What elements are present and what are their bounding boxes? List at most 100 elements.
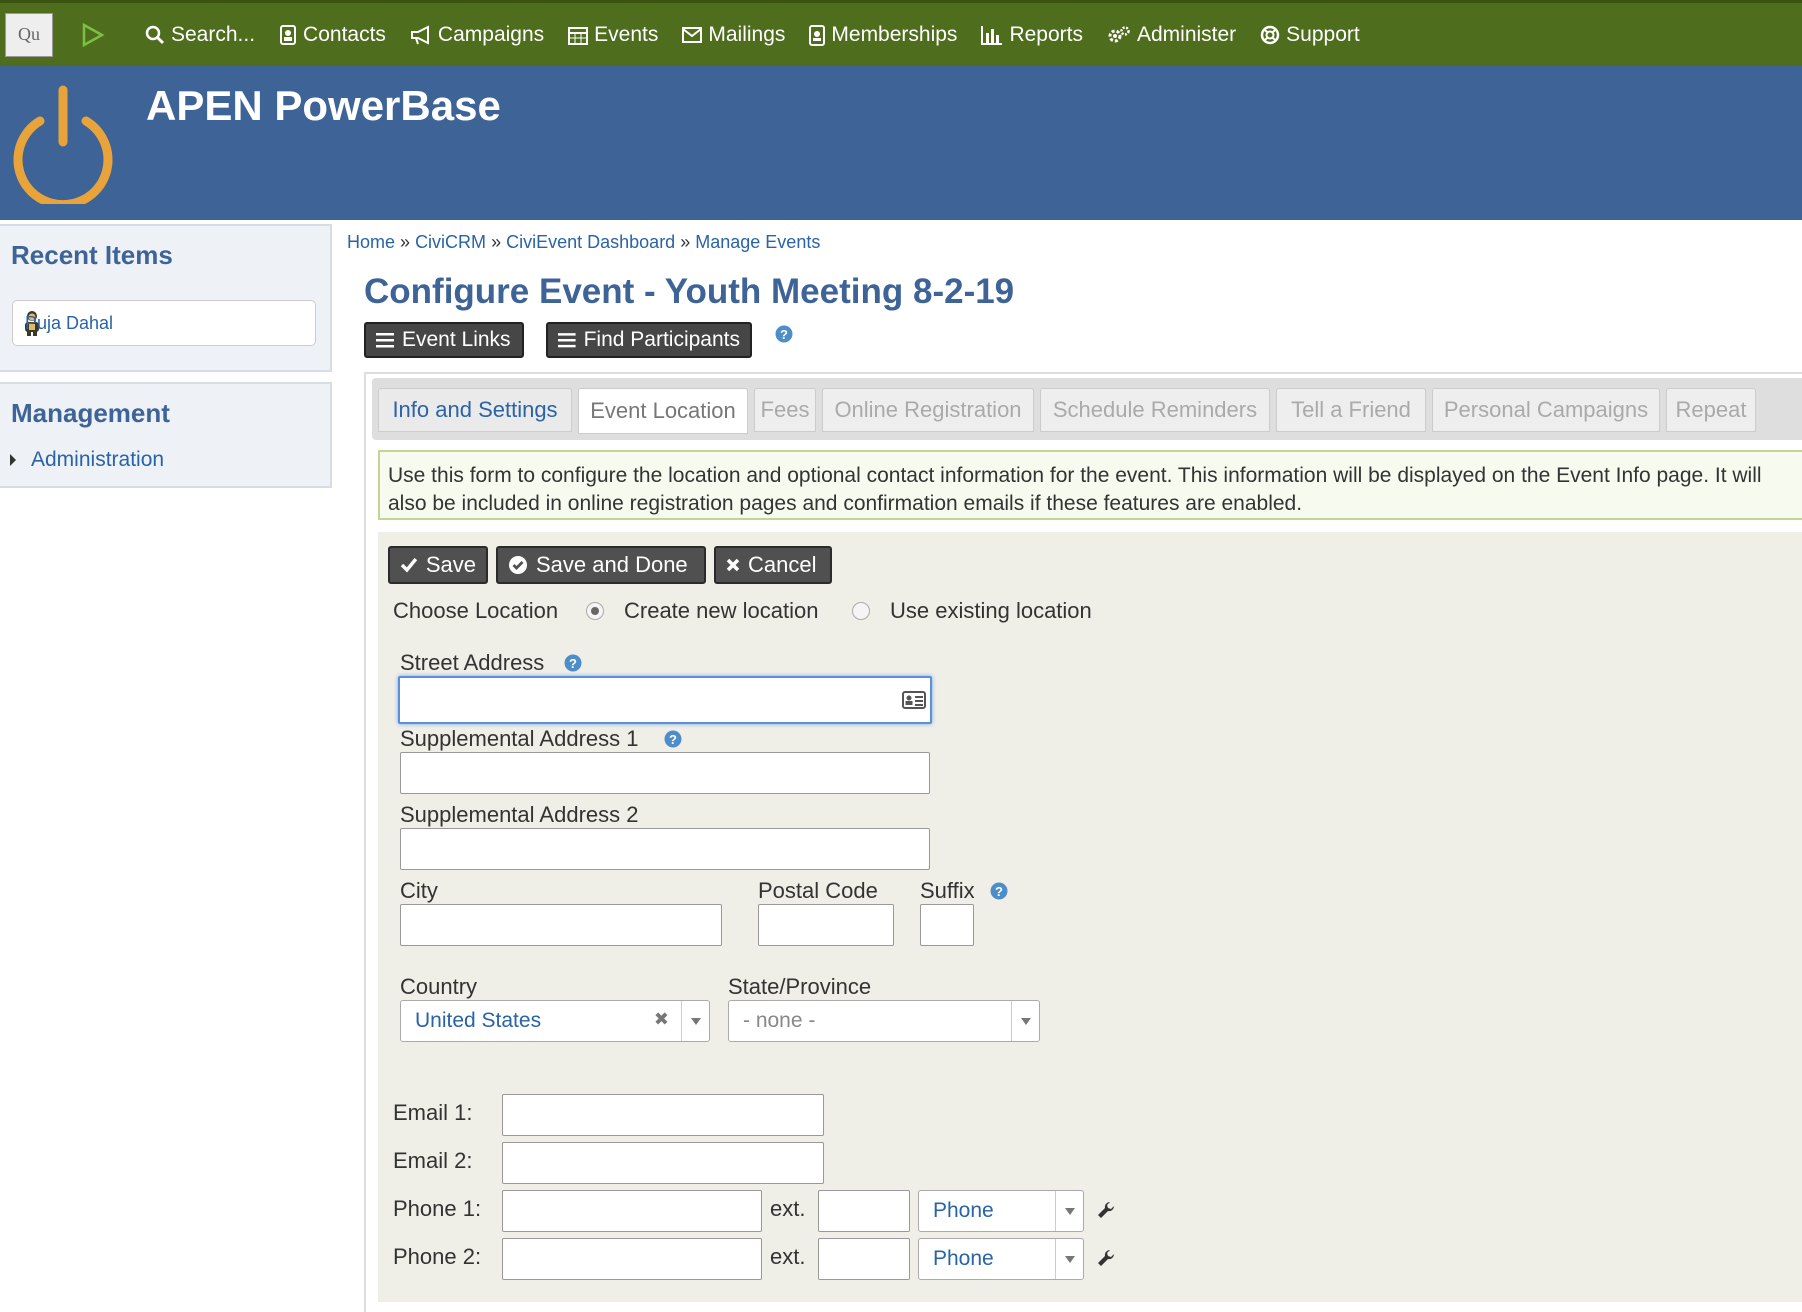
city-input[interactable]: [400, 904, 722, 946]
postal-code-suffix-input[interactable]: [920, 904, 974, 946]
nav-memberships[interactable]: Memberships: [809, 23, 957, 47]
expand-arrow-icon: [10, 454, 16, 466]
clear-icon[interactable]: ✖: [654, 1009, 669, 1030]
phone-1-input[interactable]: [502, 1190, 762, 1232]
use-existing-location-label[interactable]: Use existing location: [890, 598, 1092, 624]
country-select[interactable]: United States ✖: [400, 1000, 710, 1042]
tab-fees: Fees: [754, 388, 816, 432]
envelope-icon: [682, 26, 703, 43]
power-logo-icon[interactable]: [10, 84, 116, 204]
phone-1-type-select[interactable]: Phone: [918, 1190, 1084, 1232]
life-ring-icon: [1260, 25, 1280, 44]
svg-text:?: ?: [669, 732, 677, 747]
cancel-label: Cancel: [748, 552, 817, 577]
recent-items-heading: Recent Items: [11, 240, 173, 270]
breadcrumb-manage-events[interactable]: Manage Events: [695, 232, 820, 252]
check-circle-icon: [509, 556, 527, 574]
phone-1-label: Phone 1:: [393, 1196, 482, 1221]
phone-2-input[interactable]: [502, 1238, 762, 1280]
street-address-input[interactable]: [398, 676, 932, 724]
sidebar-item-administration[interactable]: Administration: [10, 448, 164, 472]
breadcrumb-civievent-dashboard[interactable]: CiviEvent Dashboard: [506, 232, 675, 252]
check-icon: [400, 557, 418, 573]
state-province-select[interactable]: - none -: [728, 1000, 1040, 1042]
email-2-label: Email 2:: [393, 1148, 473, 1173]
nav-mailings-label: Mailings: [708, 22, 786, 46]
cancel-button[interactable]: Cancel: [714, 546, 832, 584]
save-and-done-button[interactable]: Save and Done: [496, 546, 706, 584]
country-label: Country: [400, 974, 478, 999]
tab-online-registration: Online Registration: [822, 388, 1034, 432]
id-badge-icon: [809, 24, 826, 46]
event-links-button[interactable]: Event Links: [364, 322, 524, 358]
nav-contacts[interactable]: Contacts: [279, 23, 386, 47]
phone-2-type-select[interactable]: Phone: [918, 1238, 1084, 1280]
tab-event-location[interactable]: Event Location: [578, 388, 748, 434]
nav-support-label: Support: [1286, 22, 1360, 46]
close-icon: [726, 558, 740, 572]
postal-code-input[interactable]: [758, 904, 894, 946]
tab-personal-campaigns: Personal Campaigns: [1432, 388, 1660, 432]
recent-items-block: Recent Items Puja Dahal: [0, 224, 332, 372]
help-icon[interactable]: ?: [990, 882, 1008, 900]
chevron-down-icon[interactable]: [1055, 1191, 1083, 1231]
address-card-icon[interactable]: [902, 691, 926, 709]
nav-campaigns[interactable]: Campaigns: [410, 23, 544, 47]
nav-support[interactable]: Support: [1260, 23, 1360, 47]
save-label: Save: [425, 552, 476, 577]
tab-info-and-settings[interactable]: Info and Settings: [378, 388, 572, 432]
svg-text:?: ?: [780, 327, 788, 342]
quick-search-input[interactable]: Qu: [5, 12, 53, 57]
create-new-location-label[interactable]: Create new location: [624, 598, 818, 624]
save-button[interactable]: Save: [388, 546, 488, 584]
svg-text:?: ?: [995, 884, 1003, 899]
menu-toggle-icon[interactable]: [79, 22, 105, 48]
management-block: Management Administration: [0, 382, 332, 488]
postal-code-label: Postal Code: [758, 878, 878, 903]
help-icon[interactable]: ?: [664, 730, 682, 748]
site-title[interactable]: APEN PowerBase: [146, 82, 501, 130]
email-1-label: Email 1:: [393, 1100, 473, 1125]
phone-2-ext-input[interactable]: [818, 1238, 910, 1280]
nav-reports[interactable]: Reports: [981, 23, 1083, 47]
nav-search[interactable]: Search...: [145, 23, 255, 47]
help-icon[interactable]: ?: [775, 325, 793, 343]
choose-location-label: Choose Location: [393, 598, 559, 623]
nav-events[interactable]: Events: [568, 23, 658, 47]
wrench-icon[interactable]: [1096, 1248, 1116, 1268]
recent-item-label: Puja Dahal: [25, 312, 114, 333]
site-header: APEN PowerBase: [0, 66, 1802, 220]
chevron-down-icon[interactable]: [1011, 1001, 1039, 1041]
wrench-icon[interactable]: [1096, 1200, 1116, 1220]
phone-2-type-value: Phone: [933, 1247, 994, 1270]
page-title: Configure Event - Youth Meeting 8-2-19: [364, 272, 1015, 311]
phone-1-ext-label: ext.: [770, 1196, 806, 1221]
nav-mailings[interactable]: Mailings: [682, 23, 785, 47]
recent-item[interactable]: Puja Dahal: [12, 300, 316, 346]
breadcrumb-civicrm[interactable]: CiviCRM: [415, 232, 486, 252]
nav-contacts-label: Contacts: [303, 22, 386, 46]
email-1-input[interactable]: [502, 1094, 824, 1136]
suffix-label: Suffix: [920, 878, 975, 903]
breadcrumb-separator: »: [491, 232, 502, 252]
email-2-input[interactable]: [502, 1142, 824, 1184]
create-new-location-radio[interactable]: [586, 602, 604, 620]
help-message: Use this form to configure the location …: [378, 450, 1802, 520]
bullhorn-icon: [410, 24, 429, 45]
supplemental-address-2-label: Supplemental Address 2: [400, 802, 639, 827]
find-participants-button[interactable]: Find Participants: [546, 322, 752, 358]
event-links-label: Event Links: [402, 328, 511, 351]
supplemental-address-1-input[interactable]: [400, 752, 930, 794]
help-icon[interactable]: ?: [564, 654, 582, 672]
chevron-down-icon[interactable]: [681, 1001, 709, 1041]
breadcrumb: Home » CiviCRM » CiviEvent Dashboard » M…: [347, 232, 820, 253]
use-existing-location-radio[interactable]: [852, 602, 870, 620]
supplemental-address-1-label: Supplemental Address 1: [400, 726, 639, 751]
supplemental-address-2-input[interactable]: [400, 828, 930, 870]
nav-administer[interactable]: Administer: [1107, 23, 1236, 47]
state-province-label: State/Province: [728, 974, 872, 999]
menu-bars-icon: [376, 333, 394, 348]
phone-1-ext-input[interactable]: [818, 1190, 910, 1232]
breadcrumb-home[interactable]: Home: [347, 232, 395, 252]
chevron-down-icon[interactable]: [1055, 1239, 1083, 1279]
